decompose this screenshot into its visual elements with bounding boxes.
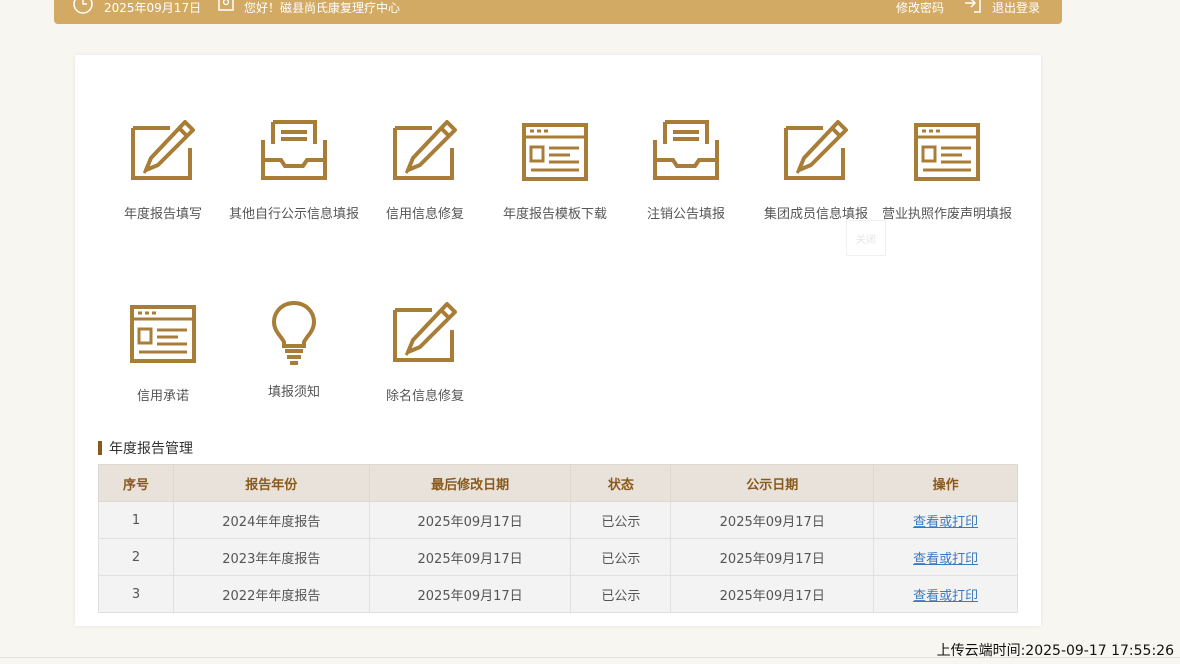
table-header-row: 序号 报告年份 最后修改日期 状态 公示日期 操作 bbox=[98, 464, 1018, 502]
logout-icon bbox=[964, 0, 982, 23]
edit-icon bbox=[392, 302, 458, 364]
change-password-link[interactable]: 修改密码 bbox=[896, 0, 944, 22]
cell-year: 2023年年度报告 bbox=[172, 538, 370, 576]
col-header-no: 序号 bbox=[98, 464, 174, 502]
cell-year: 2024年年度报告 bbox=[172, 501, 370, 539]
lightbulb-icon bbox=[271, 300, 317, 366]
table-row: 3 2022年年度报告 2025年09月17日 已公示 2025年09月17日 … bbox=[98, 575, 1018, 613]
logout-label: 退出登录 bbox=[992, 1, 1041, 15]
tile-label: 信用信息修复 bbox=[385, 207, 464, 222]
cell-public-date: 2025年09月17日 bbox=[670, 575, 875, 613]
reports-table: 序号 报告年份 最后修改日期 状态 公示日期 操作 1 2024年年度报告 20… bbox=[98, 464, 1018, 613]
cell-modified: 2025年09月17日 bbox=[368, 538, 572, 576]
col-header-status: 状态 bbox=[570, 464, 672, 502]
cell-no: 1 bbox=[98, 501, 174, 539]
col-header-modified: 最后修改日期 bbox=[368, 464, 572, 502]
cell-action: 查看或打印 bbox=[873, 501, 1018, 539]
view-print-link[interactable]: 查看或打印 bbox=[913, 515, 978, 530]
edit-icon bbox=[783, 120, 849, 182]
cell-modified: 2025年09月17日 bbox=[368, 501, 572, 539]
edit-icon bbox=[130, 120, 196, 182]
change-password-label: 修改密码 bbox=[896, 1, 945, 15]
inbox-document-icon bbox=[653, 120, 719, 182]
tile-filing-instructions[interactable]: 填报须知 bbox=[229, 300, 359, 400]
tile-label: 年度报告模板下载 bbox=[502, 207, 607, 222]
cell-year: 2022年年度报告 bbox=[172, 575, 370, 613]
tile-label: 信用承诺 bbox=[136, 389, 189, 404]
tile-label: 其他自行公示信息填报 bbox=[229, 207, 360, 222]
tile-label: 填报须知 bbox=[267, 385, 320, 400]
template-window-icon bbox=[914, 122, 980, 182]
col-header-public-date: 公示日期 bbox=[670, 464, 875, 502]
greeting: 您好！磁县尚氏康复理疗中心 bbox=[218, 0, 400, 22]
cell-status: 已公示 bbox=[570, 501, 672, 539]
tile-delisting-repair[interactable]: 除名信息修复 bbox=[360, 302, 490, 404]
section-marker bbox=[98, 441, 102, 455]
inbox-document-icon bbox=[261, 120, 327, 182]
table-row: 2 2023年年度报告 2025年09月17日 已公示 2025年09月17日 … bbox=[98, 538, 1018, 576]
date-display: 2025年09月17日 bbox=[72, 0, 201, 22]
tile-label: 注销公告填报 bbox=[646, 207, 725, 222]
greeting-text: 您好！磁县尚氏康复理疗中心 bbox=[244, 1, 401, 15]
section-title: 年度报告管理 bbox=[98, 440, 193, 457]
section-title-text: 年度报告管理 bbox=[109, 441, 193, 457]
tile-label: 营业执照作废声明填报 bbox=[882, 207, 1013, 222]
cell-no: 3 bbox=[98, 575, 174, 613]
table-row: 1 2024年年度报告 2025年09月17日 已公示 2025年09月17日 … bbox=[98, 501, 1018, 539]
template-window-icon bbox=[130, 304, 196, 364]
divider bbox=[0, 657, 1180, 658]
view-print-link[interactable]: 查看或打印 bbox=[913, 589, 978, 604]
main-card: 年度报告填写 其他自行公示信息填报 信用信息修复 年度报告模板下载 注销公告填报… bbox=[75, 55, 1041, 626]
tile-credit-repair[interactable]: 信用信息修复 bbox=[360, 120, 490, 222]
template-window-icon bbox=[522, 122, 588, 182]
cell-action: 查看或打印 bbox=[873, 538, 1018, 576]
clock-icon bbox=[72, 0, 94, 24]
tile-group-member-info[interactable]: 集团成员信息填报 bbox=[751, 120, 881, 222]
cell-public-date: 2025年09月17日 bbox=[670, 501, 875, 539]
col-header-year: 报告年份 bbox=[172, 464, 370, 502]
cell-status: 已公示 bbox=[570, 538, 672, 576]
cell-status: 已公示 bbox=[570, 575, 672, 613]
logout-button[interactable]: 退出登录 bbox=[964, 0, 1040, 22]
tile-other-disclosure[interactable]: 其他自行公示信息填报 bbox=[229, 120, 359, 222]
tile-license-void-statement[interactable]: 营业执照作废声明填报 bbox=[882, 122, 1012, 222]
tile-label: 除名信息修复 bbox=[385, 389, 464, 404]
tile-cancellation-notice[interactable]: 注销公告填报 bbox=[621, 120, 751, 222]
tile-credit-commitment[interactable]: 信用承诺 bbox=[98, 304, 228, 404]
col-header-action: 操作 bbox=[873, 464, 1018, 502]
cell-no: 2 bbox=[98, 538, 174, 576]
cell-public-date: 2025年09月17日 bbox=[670, 538, 875, 576]
tile-label: 年度报告填写 bbox=[123, 207, 202, 222]
cell-action: 查看或打印 bbox=[873, 575, 1018, 613]
date-text: 2025年09月17日 bbox=[104, 1, 202, 15]
view-print-link[interactable]: 查看或打印 bbox=[913, 552, 978, 567]
user-badge-icon bbox=[218, 0, 234, 23]
cell-modified: 2025年09月17日 bbox=[368, 575, 572, 613]
tile-template-download[interactable]: 年度报告模板下载 bbox=[490, 122, 620, 222]
close-hint[interactable]: 关闭 bbox=[846, 220, 886, 256]
edit-icon bbox=[392, 120, 458, 182]
tile-annual-report-fill[interactable]: 年度报告填写 bbox=[98, 120, 228, 222]
top-bar: 2025年09月17日 您好！磁县尚氏康复理疗中心 修改密码 退出登录 bbox=[54, 0, 1062, 24]
